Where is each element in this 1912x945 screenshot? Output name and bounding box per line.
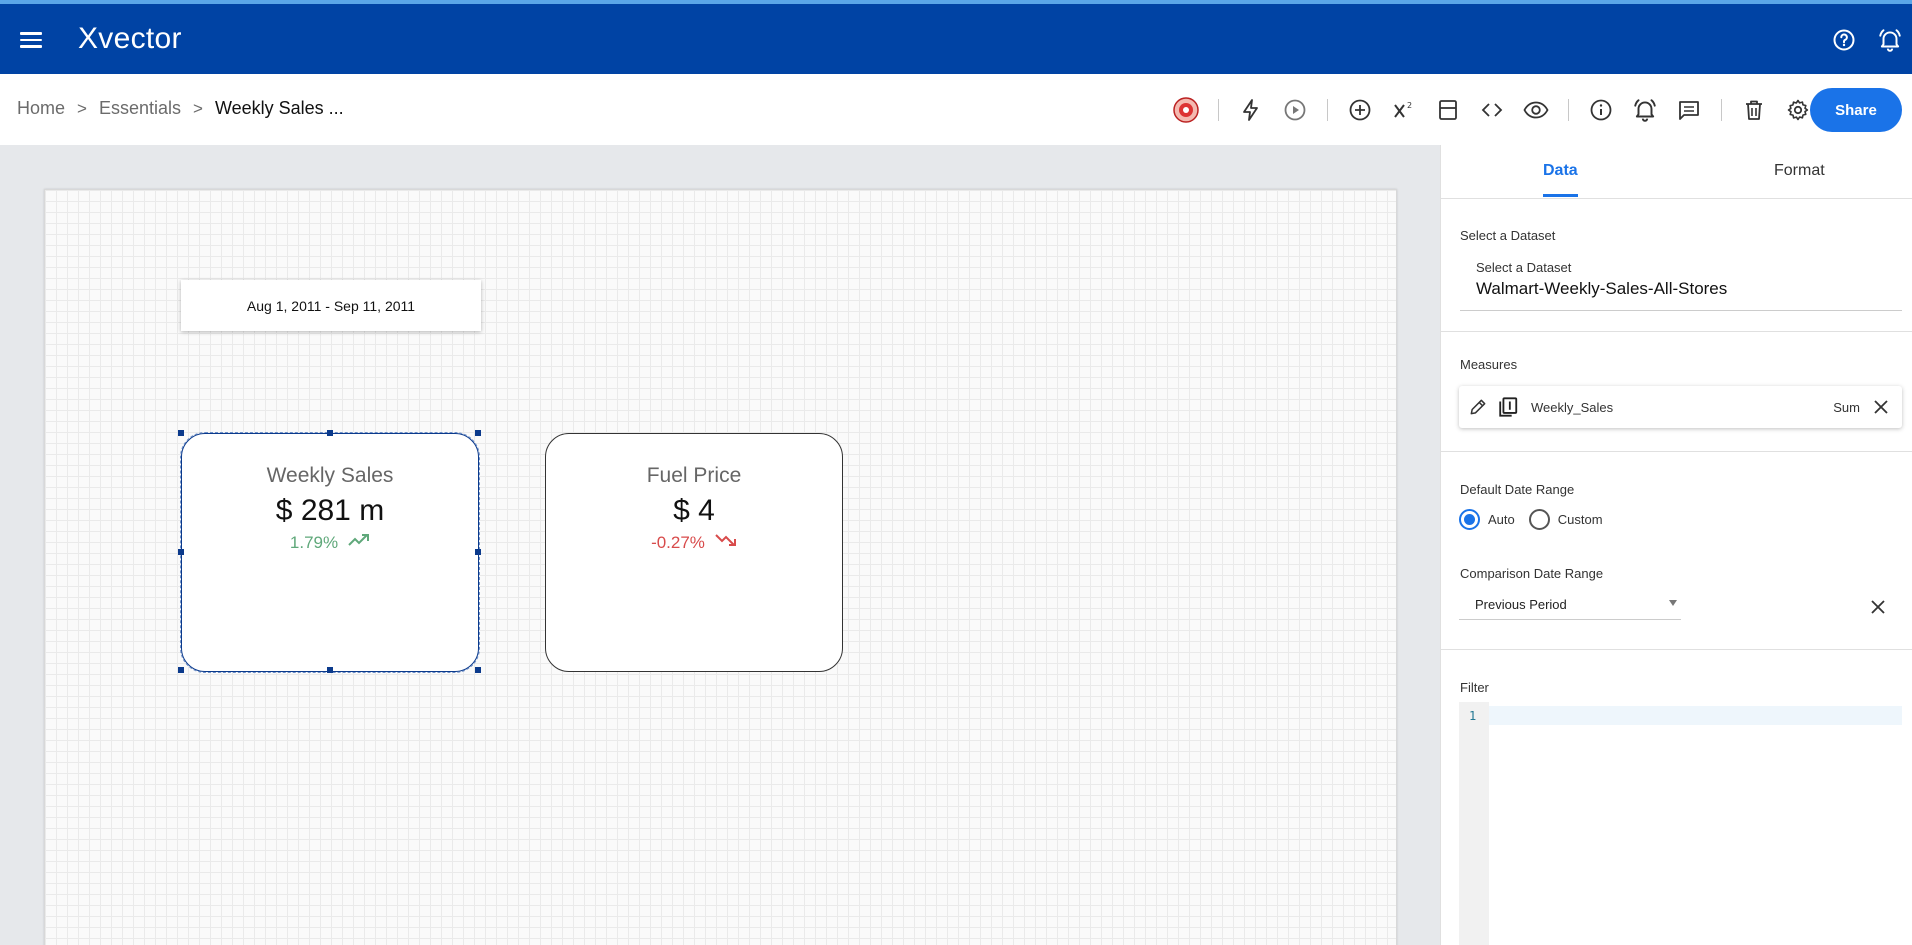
resize-handle[interactable] bbox=[327, 430, 333, 436]
radio-auto-label[interactable]: Auto bbox=[1488, 512, 1515, 527]
active-tab-indicator bbox=[1543, 194, 1578, 197]
tab-format[interactable]: Format bbox=[1774, 162, 1825, 180]
tab-data[interactable]: Data bbox=[1543, 162, 1578, 180]
close-icon[interactable] bbox=[1870, 396, 1892, 418]
resize-handle[interactable] bbox=[475, 549, 481, 555]
clear-comparison-icon[interactable] bbox=[1867, 596, 1889, 618]
kpi-change: 1.79% bbox=[182, 532, 478, 553]
breadcrumb-separator: > bbox=[193, 98, 203, 118]
kpi-card-weekly-sales[interactable]: Weekly Sales $ 281 m 1.79% bbox=[178, 430, 481, 673]
resize-handle[interactable] bbox=[327, 667, 333, 673]
toolbar-actions: 2 bbox=[1164, 92, 1820, 128]
measures-section: Measures Weekly_Sales Sum bbox=[1441, 332, 1912, 452]
dataset-field-label: Select a Dataset bbox=[1476, 260, 1572, 275]
play-icon[interactable] bbox=[1277, 92, 1313, 128]
dataset-select[interactable]: Select a Dataset Walmart-Weekly-Sales-Al… bbox=[1460, 255, 1902, 311]
svg-text:2: 2 bbox=[1407, 101, 1412, 110]
lightning-icon[interactable] bbox=[1233, 92, 1269, 128]
date-range-widget[interactable]: Aug 1, 2011 - Sep 11, 2011 bbox=[181, 280, 481, 331]
share-button[interactable]: Share bbox=[1810, 88, 1902, 132]
comparison-date-range-label: Comparison Date Range bbox=[1460, 566, 1604, 581]
resize-handle[interactable] bbox=[178, 549, 184, 555]
eye-icon[interactable] bbox=[1518, 92, 1554, 128]
dashboard-canvas[interactable]: Aug 1, 2011 - Sep 11, 2011 Weekly Sales … bbox=[44, 189, 1397, 945]
kpi-change: -0.27% bbox=[546, 532, 842, 553]
resize-handle[interactable] bbox=[475, 667, 481, 673]
pencil-icon[interactable] bbox=[1467, 396, 1489, 418]
comparison-select-value: Previous Period bbox=[1475, 597, 1567, 612]
kpi-card-fuel-price[interactable]: Fuel Price $ 4 -0.27% bbox=[545, 433, 843, 672]
workspace: Aug 1, 2011 - Sep 11, 2011 Weekly Sales … bbox=[0, 145, 1440, 945]
add-icon[interactable] bbox=[1342, 92, 1378, 128]
radio-auto[interactable] bbox=[1459, 509, 1480, 530]
measure-aggregation[interactable]: Sum bbox=[1833, 400, 1860, 415]
editor-gutter: 1 bbox=[1459, 702, 1489, 945]
breadcrumb-essentials[interactable]: Essentials bbox=[99, 98, 181, 119]
help-circle-icon[interactable] bbox=[1830, 26, 1858, 54]
trending-up-icon bbox=[348, 532, 370, 553]
dropdown-arrow-icon bbox=[1669, 600, 1677, 606]
trending-down-icon bbox=[715, 532, 737, 553]
default-date-range-label: Default Date Range bbox=[1460, 482, 1575, 497]
hamburger-menu-icon[interactable] bbox=[20, 32, 42, 48]
comment-icon[interactable] bbox=[1671, 92, 1707, 128]
app-logo[interactable]: Xvector bbox=[78, 22, 182, 56]
toolbar-divider bbox=[1218, 99, 1219, 121]
kpi-value: $ 281 m bbox=[275, 494, 385, 527]
breadcrumb: Home > Essentials > Weekly Sales ... bbox=[17, 98, 344, 119]
alert-bell-icon[interactable] bbox=[1627, 92, 1663, 128]
radio-custom[interactable] bbox=[1528, 509, 1550, 530]
kpi-value: $ 4 bbox=[673, 494, 715, 527]
layout-icon[interactable] bbox=[1430, 92, 1466, 128]
measure-name: Weekly_Sales bbox=[1531, 399, 1614, 415]
superscript-icon[interactable]: 2 bbox=[1386, 92, 1422, 128]
resize-handle[interactable] bbox=[475, 430, 481, 436]
dataset-field-value: Walmart-Weekly-Sales-All-Stores bbox=[1476, 279, 1728, 298]
filter-section: Filter 1 bbox=[1441, 650, 1912, 945]
filter-label: Filter bbox=[1460, 680, 1489, 695]
properties-panel: Data Format Select a Dataset Select a Da… bbox=[1440, 145, 1912, 945]
breadcrumb-home[interactable]: Home bbox=[17, 98, 65, 119]
bell-icon[interactable] bbox=[1876, 26, 1904, 54]
line-number: 1 bbox=[1469, 709, 1477, 723]
kpi-title: Weekly Sales bbox=[266, 464, 394, 487]
radio-custom-label[interactable]: Custom bbox=[1558, 512, 1603, 527]
editor-active-line[interactable] bbox=[1489, 706, 1902, 725]
kpi-title: Fuel Price bbox=[646, 464, 742, 487]
toolbar: Home > Essentials > Weekly Sales ... 2 S… bbox=[0, 74, 1912, 145]
date-range-radio-group: Auto Custom bbox=[1459, 509, 1617, 530]
code-icon[interactable] bbox=[1474, 92, 1510, 128]
breadcrumb-current[interactable]: Weekly Sales ... bbox=[215, 98, 344, 119]
info-icon[interactable] bbox=[1583, 92, 1619, 128]
toolbar-divider bbox=[1721, 99, 1722, 121]
app-bar: Xvector bbox=[0, 0, 1912, 74]
dataset-section-label: Select a Dataset bbox=[1460, 228, 1556, 243]
toolbar-divider bbox=[1568, 99, 1569, 121]
copy-measure-icon[interactable] bbox=[1497, 396, 1519, 418]
date-range-section: Default Date Range Auto Custom Compariso… bbox=[1441, 452, 1912, 650]
breadcrumb-separator: > bbox=[77, 98, 87, 118]
filter-code-editor[interactable]: 1 bbox=[1459, 702, 1902, 945]
comparison-date-range-select[interactable]: Previous Period bbox=[1459, 590, 1681, 620]
measures-label: Measures bbox=[1460, 357, 1518, 372]
panel-tabs: Data Format bbox=[1441, 145, 1912, 199]
toolbar-divider bbox=[1327, 99, 1328, 121]
kpi-change-value: 1.79% bbox=[289, 532, 339, 552]
app-logo-icon[interactable] bbox=[1168, 92, 1204, 128]
trash-icon[interactable] bbox=[1736, 92, 1772, 128]
resize-handle[interactable] bbox=[178, 667, 184, 673]
dataset-section: Select a Dataset Select a Dataset Walmar… bbox=[1441, 199, 1912, 332]
resize-handle[interactable] bbox=[178, 430, 184, 436]
kpi-change-value: -0.27% bbox=[651, 532, 705, 552]
measure-item: Weekly_Sales Sum bbox=[1459, 386, 1902, 428]
